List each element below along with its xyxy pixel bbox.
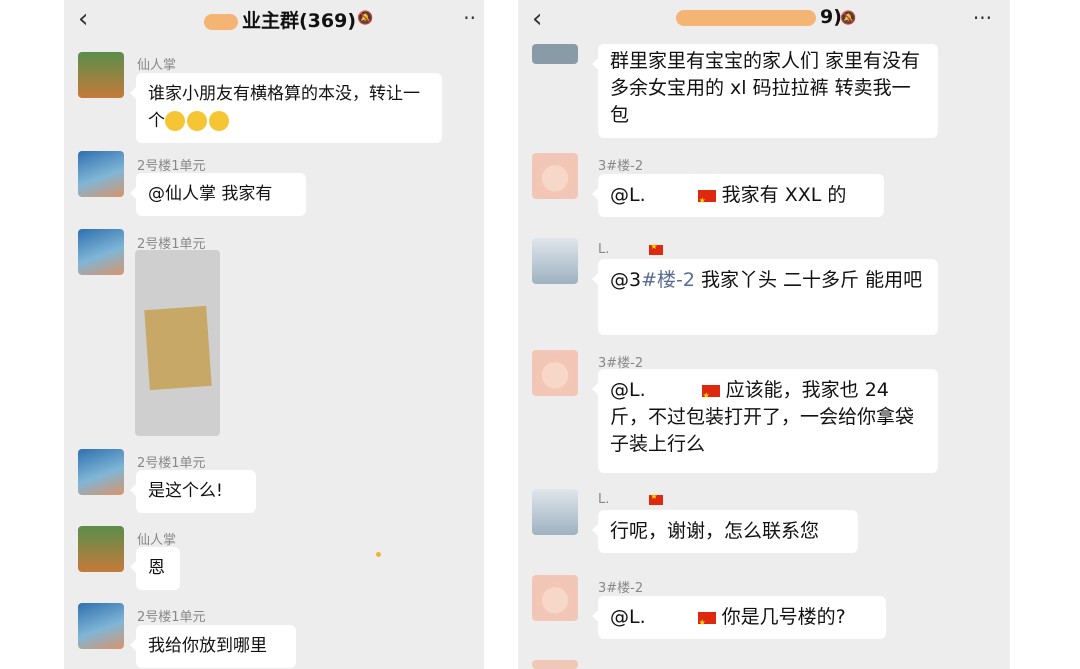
group-title: 9): [676, 6, 842, 28]
mention-link[interactable]: #楼-2: [641, 269, 695, 291]
avatar[interactable]: [532, 489, 578, 535]
message-text: 行呢，谢谢，怎么联系您: [610, 520, 820, 542]
china-flag-icon: [649, 492, 664, 505]
emoji-icon: [187, 111, 207, 131]
stray-dot: [376, 552, 381, 557]
mute-bell-icon: 🔕: [357, 11, 374, 26]
message-bubble[interactable]: @3#楼-2 我家丫头 二十多斤 能用吧: [592, 259, 938, 335]
emoji-icon: [165, 111, 185, 131]
avatar[interactable]: [532, 238, 578, 284]
message-bubble[interactable]: @L. 应该能，我家也 24 斤，不过包装打开了，一会给你拿袋子装上行么: [592, 369, 938, 473]
china-flag-icon: [697, 609, 716, 636]
mute-bell-icon: 🔕: [840, 11, 857, 26]
chat-header: ‹ 9) 🔕 ···: [518, 0, 1010, 40]
message-text: 我给你放到哪里: [148, 636, 267, 656]
chat-header: ‹ 业主群(369) 🔕 ··: [64, 0, 484, 40]
message-text: 恩: [148, 558, 165, 578]
sender-name: 2号楼1单元: [137, 610, 206, 625]
message-bubble[interactable]: 是这个么!: [130, 470, 256, 513]
message-text: @仙人掌 我家有: [148, 184, 273, 204]
avatar[interactable]: [78, 52, 124, 98]
mention-text: @L.: [610, 606, 646, 628]
avatar[interactable]: [78, 526, 124, 572]
message-text: 是这个么!: [148, 481, 223, 501]
sender-name: 2号楼1单元: [137, 159, 206, 174]
avatar[interactable]: [532, 153, 578, 199]
sender-name: L.: [598, 242, 664, 257]
avatar[interactable]: [532, 575, 578, 621]
avatar[interactable]: [532, 44, 578, 64]
back-chevron-icon[interactable]: ‹: [78, 4, 88, 34]
sender-name: 仙人掌: [137, 58, 177, 73]
avatar[interactable]: [78, 229, 124, 275]
message-bubble[interactable]: 恩: [130, 547, 180, 590]
redaction-mark: [676, 9, 816, 26]
message-text: 我家丫头 二十多斤 能用吧: [694, 269, 923, 291]
sender-name: 2号楼1单元: [137, 456, 206, 471]
mention-text: @L.: [610, 379, 646, 401]
china-flag-icon: [649, 242, 664, 255]
sender-name: 3#楼-2: [598, 581, 644, 596]
back-chevron-icon[interactable]: ‹: [532, 4, 542, 34]
message-text: 你是几号楼的?: [721, 606, 846, 628]
avatar[interactable]: [532, 660, 578, 669]
sender-name: L.: [598, 492, 664, 507]
message-bubble[interactable]: 群里家里有宝宝的家人们 家里有没有多余女宝用的 xl 码拉拉裤 转卖我一包: [592, 44, 938, 138]
book-photo[interactable]: [135, 250, 220, 436]
message-text: 群里家里有宝宝的家人们 家里有没有多余女宝用的 xl 码拉拉裤 转卖我一包: [610, 50, 921, 126]
mention-text: @L.: [610, 184, 646, 206]
emoji-icon: [209, 111, 229, 131]
avatar[interactable]: [78, 151, 124, 197]
message-bubble[interactable]: @仙人掌 我家有: [130, 173, 306, 216]
chat-screenshot-left: ‹ 业主群(369) 🔕 ·· 仙人掌 谁家小朋友有横格算的本没，转让一个 2号…: [64, 0, 484, 669]
more-icon[interactable]: ···: [973, 6, 992, 30]
avatar[interactable]: [78, 449, 124, 495]
message-bubble[interactable]: 我给你放到哪里: [130, 625, 296, 668]
message-bubble[interactable]: 行呢，谢谢，怎么联系您: [592, 510, 858, 553]
redaction-mark: [204, 13, 238, 30]
message-text: 我家有 XXL 的: [721, 184, 847, 206]
message-text: 应该能，我家也 24 斤，不过包装打开了，一会给你拿袋子装上行么: [610, 379, 915, 455]
message-bubble[interactable]: @L. 我家有 XXL 的: [592, 174, 884, 217]
avatar[interactable]: [532, 350, 578, 396]
message-bubble[interactable]: 谁家小朋友有横格算的本没，转让一个: [130, 73, 442, 143]
more-icon[interactable]: ··: [463, 6, 476, 30]
mention-text: @3: [610, 269, 642, 291]
message-bubble[interactable]: @L. 你是几号楼的?: [592, 596, 886, 639]
sender-name: 仙人掌: [137, 533, 177, 548]
group-title: 业主群(369): [204, 6, 356, 33]
book-image: [144, 305, 212, 391]
chat-screenshot-right: ‹ 9) 🔕 ··· 群里家里有宝宝的家人们 家里有没有多余女宝用的 xl 码拉…: [518, 0, 1010, 669]
avatar[interactable]: [78, 603, 124, 649]
china-flag-icon: [697, 187, 716, 214]
sender-name: 3#楼-2: [598, 159, 644, 174]
china-flag-icon: [701, 382, 720, 409]
